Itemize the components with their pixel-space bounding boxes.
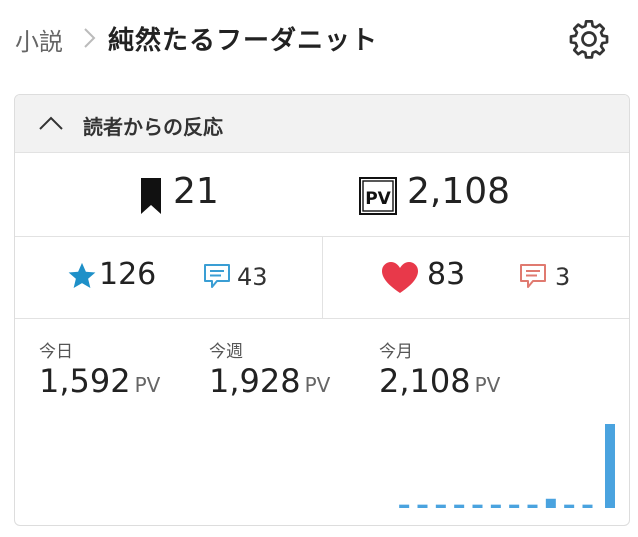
stat-month-unit: PV [474, 373, 501, 397]
bookmark-icon [141, 178, 161, 214]
pv-chart-bar [605, 424, 615, 508]
reactions-divider [322, 237, 323, 319]
pv-chart-bar [545, 498, 556, 508]
stat-today: 今日 1,592 PV [39, 337, 160, 400]
breadcrumb-novel[interactable]: 小説 [15, 22, 63, 57]
reaction-card: 読者からの反応 21 PV 2,108 126 43 83 3 今日 1,592… [14, 94, 630, 526]
stat-month-value: 2,108 [379, 362, 471, 400]
pv-chart-bar [399, 504, 410, 508]
review-icon [204, 264, 230, 288]
heart-count: 83 [427, 257, 466, 292]
reaction-card-toggle[interactable]: 読者からの反応 [15, 95, 629, 153]
reactions-row: 126 43 83 3 [15, 237, 629, 319]
page-title: 純然たるフーダニット [108, 26, 379, 56]
stat-week-label: 今週 [209, 342, 243, 362]
bookmark-count: 21 [173, 171, 219, 212]
gear-icon[interactable] [566, 16, 612, 62]
pv-chart-bar [527, 504, 538, 508]
pv-chart-bar [454, 504, 465, 508]
review-count: 43 [237, 263, 268, 291]
stat-week: 今週 1,928 PV [209, 337, 330, 400]
pv-chart-bar [472, 504, 483, 508]
stat-week-value: 1,928 [209, 362, 301, 400]
heart-icon [382, 262, 418, 293]
svg-text:PV: PV [365, 189, 391, 209]
comment-icon [520, 264, 546, 288]
totals-row: 21 PV 2,108 [15, 153, 629, 237]
pv-chart-bar [582, 504, 593, 508]
pv-chart-bar [435, 504, 446, 508]
stat-today-value: 1,592 [39, 362, 131, 400]
stat-month-label: 今月 [379, 342, 413, 362]
chevron-up-icon [39, 116, 63, 130]
comment-count: 3 [555, 263, 571, 291]
pv-chart-bar [564, 504, 575, 508]
pv-icon: PV [359, 177, 397, 215]
chevron-right-icon [84, 28, 96, 48]
page-header: 小説 純然たるフーダニット [0, 0, 638, 78]
pv-chart-bar [417, 504, 428, 508]
reaction-card-title: 読者からの反応 [83, 115, 223, 139]
pv-total-count: 2,108 [407, 171, 511, 212]
pv-chart-bar [490, 504, 501, 508]
stat-month: 今月 2,108 PV [379, 337, 500, 400]
stat-today-label: 今日 [39, 342, 73, 362]
pv-chart [399, 424, 615, 508]
pv-chart-bar [509, 504, 520, 508]
stat-week-unit: PV [304, 373, 331, 397]
stat-today-unit: PV [134, 373, 161, 397]
star-count: 126 [99, 257, 157, 292]
star-icon [68, 262, 96, 288]
